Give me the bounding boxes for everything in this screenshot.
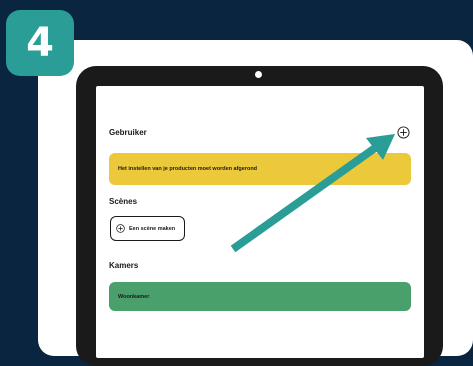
user-section-title: Gebruiker: [109, 128, 147, 137]
step-number: 4: [26, 20, 54, 66]
plus-circle-icon: [116, 224, 125, 233]
room-name: Woonkamer: [118, 293, 150, 300]
rooms-section-title: Kamers: [109, 261, 139, 270]
create-scene-label: Een scène maken: [129, 225, 176, 232]
add-icon[interactable]: [397, 126, 410, 139]
setup-banner-text: Het instellen van je producten moet word…: [118, 166, 258, 172]
scenes-section-title: Scènes: [109, 197, 138, 206]
create-scene-button[interactable]: Een scène maken: [110, 216, 185, 241]
camera-icon: [255, 71, 262, 78]
setup-incomplete-banner[interactable]: Het instellen van je producten moet word…: [109, 153, 411, 185]
room-item[interactable]: Woonkamer: [109, 282, 411, 311]
app-screen: Gebruiker Het instellen van je producten…: [96, 86, 424, 358]
step-badge: 4: [6, 10, 74, 76]
